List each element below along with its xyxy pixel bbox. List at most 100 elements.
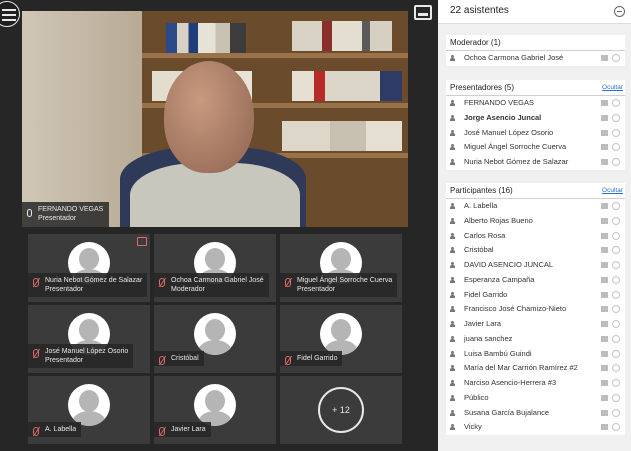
attendee-menu-icon[interactable] <box>612 246 620 255</box>
attendee-name: Javier Lara <box>464 319 502 328</box>
collapse-panel-icon[interactable] <box>614 6 625 17</box>
attendee-row[interactable]: Susana García Bujalance <box>446 406 625 421</box>
person-icon <box>450 291 455 298</box>
attendee-row[interactable]: Alberto Rojas Bueno <box>446 214 625 229</box>
attendee-name: José Manuel López Osorio <box>464 127 554 137</box>
attendee-menu-icon[interactable] <box>612 113 620 122</box>
attendee-name: Miguel Ángel Sorroche Cuerva <box>464 142 567 152</box>
attendee-menu-icon[interactable] <box>612 408 620 417</box>
attendee-menu-icon[interactable] <box>612 349 620 358</box>
attendee-menu-icon[interactable] <box>612 143 620 152</box>
camera-status-icon <box>601 159 608 165</box>
camera-status-icon <box>601 409 608 416</box>
attendee-row[interactable]: Vicky <box>446 420 625 435</box>
attendee-menu-icon[interactable] <box>612 54 620 62</box>
attendee-menu-icon[interactable] <box>612 334 620 343</box>
attendee-menu-icon[interactable] <box>612 320 620 328</box>
attendee-row[interactable]: Esperanza Campaña <box>446 273 625 288</box>
person-icon <box>450 365 455 372</box>
more-participants-tile[interactable]: + 12 <box>280 376 402 444</box>
tile-name-chip: A. Labella <box>28 422 82 437</box>
participant-tile[interactable]: Miguel Ángel Sorroche Cuerva Presentador <box>280 234 402 302</box>
attendee-row[interactable]: Narciso Asencio-Herrera #3 <box>446 376 625 391</box>
camera-status-icon <box>601 247 608 254</box>
attendee-row[interactable]: Cristóbal <box>446 243 625 258</box>
attendee-menu-icon[interactable] <box>612 364 620 373</box>
attendee-menu-icon[interactable] <box>612 231 620 240</box>
section-title: Moderador (1) <box>450 38 501 47</box>
attendee-menu-icon[interactable] <box>612 216 620 225</box>
person-icon <box>450 100 455 106</box>
participants-section: Participantes (16) Ocultar A. Labella Alb… <box>446 183 625 435</box>
participant-tile[interactable]: José Manuel López Osorio Presentador <box>28 305 150 373</box>
presenters-section: Presentadores (5) Ocultar FERNANDO VEGAS… <box>446 80 625 170</box>
participant-tile[interactable]: Nuria Nebot Gómez de Salazar Presentador <box>28 234 150 302</box>
attendee-menu-icon[interactable] <box>612 305 620 314</box>
attendee-row[interactable]: Nuria Nebot Gómez de Salazar <box>446 155 625 170</box>
attendee-row[interactable]: Javier Lara <box>446 317 625 332</box>
attendee-name: María del Mar Carrión Ramírez #2 <box>464 363 578 373</box>
main-video[interactable]: FERNANDO VEGAS Presentador <box>22 11 408 227</box>
attendee-name: Narciso Asencio-Herrera #3 <box>464 378 557 387</box>
attendee-menu-icon[interactable] <box>612 275 620 284</box>
attendee-menu-icon[interactable] <box>612 393 620 402</box>
attendee-name: Alberto Rojas Bueno <box>464 215 533 225</box>
layout-toggle-icon[interactable] <box>414 5 432 20</box>
attendee-row[interactable]: José Manuel López Osorio <box>446 126 625 141</box>
attendee-menu-icon[interactable] <box>612 99 620 107</box>
camera-status-icon <box>601 276 608 283</box>
attendee-menu-icon[interactable] <box>612 423 620 432</box>
attendee-row[interactable]: Luisa Bambú Guindi <box>446 347 625 362</box>
section-title: Presentadores (5) <box>450 83 515 92</box>
attendee-menu-icon[interactable] <box>612 379 620 387</box>
tile-name-chip: Ochoa Carmona Gabriel José Moderador <box>154 273 269 297</box>
avatar <box>68 384 110 426</box>
attendee-name: DAVID ASENCIO JUNCAL <box>464 260 554 269</box>
attendee-menu-icon[interactable] <box>612 261 620 269</box>
hide-presenters-link[interactable]: Ocultar <box>602 84 623 91</box>
participant-tile[interactable]: A. Labella <box>28 376 150 444</box>
attendee-row[interactable]: Miguel Ángel Sorroche Cuerva <box>446 140 625 155</box>
tile-name-chip: José Manuel López Osorio Presentador <box>28 344 134 368</box>
attendee-name: Fidel Garrido <box>464 289 508 299</box>
attendee-row[interactable]: Ochoa Carmona Gabriel José <box>446 51 625 66</box>
menu-icon[interactable] <box>0 1 20 27</box>
attendee-row[interactable]: Fidel Garrido <box>446 288 625 303</box>
person-icon <box>450 321 455 327</box>
attendees-panel: 22 asistentes Moderador (1) Ochoa Carmon… <box>438 0 631 451</box>
attendee-menu-icon[interactable] <box>612 158 620 166</box>
tile-name-chip: Fidel Garrido <box>280 351 343 366</box>
attendee-name: Susana García Bujalance <box>464 407 550 417</box>
speaker-name: FERNANDO VEGAS <box>38 206 104 213</box>
speaker-role: Presentador <box>38 215 77 222</box>
person-icon <box>450 159 455 165</box>
video-stage: FERNANDO VEGAS Presentador Nuria Nebot G… <box>0 0 438 451</box>
attendee-row[interactable]: Público <box>446 391 625 406</box>
attendee-row[interactable]: Jorge Asencio Juncal <box>446 111 625 126</box>
hide-participants-link[interactable]: Ocultar <box>602 187 623 194</box>
person-icon <box>450 217 455 224</box>
participant-tile[interactable]: Fidel Garrido <box>280 305 402 373</box>
more-participants-count[interactable]: + 12 <box>318 387 364 433</box>
attendee-row[interactable]: juana sanchez <box>446 332 625 347</box>
tile-name: Nuria Nebot Gómez de Salazar <box>45 277 143 284</box>
attendee-menu-icon[interactable] <box>612 202 620 210</box>
attendee-name: Público <box>464 392 489 402</box>
attendee-row[interactable]: Carlos Rosa <box>446 229 625 244</box>
participant-tile[interactable]: Ochoa Carmona Gabriel José Moderador <box>154 234 276 302</box>
attendee-row[interactable]: DAVID ASENCIO JUNCAL <box>446 258 625 273</box>
attendee-menu-icon[interactable] <box>612 290 620 299</box>
camera-status-icon <box>601 306 608 313</box>
attendee-row[interactable]: María del Mar Carrión Ramírez #2 <box>446 361 625 376</box>
attendee-row[interactable]: Francisco José Chamizo-Nieto <box>446 302 625 317</box>
muted-microphone-icon <box>159 278 165 287</box>
attendee-row[interactable]: FERNANDO VEGAS <box>446 96 625 111</box>
participant-tile[interactable]: Javier Lara <box>154 376 276 444</box>
person-icon <box>450 55 455 61</box>
participant-tile[interactable]: Cristóbal <box>154 305 276 373</box>
attendee-row[interactable]: A. Labella <box>446 199 625 214</box>
attendee-name: Luisa Bambú Guindi <box>464 348 532 358</box>
attendee-menu-icon[interactable] <box>612 128 620 137</box>
tile-name: Javier Lara <box>171 426 206 433</box>
tile-name-chip: Nuria Nebot Gómez de Salazar Presentador <box>28 273 148 297</box>
